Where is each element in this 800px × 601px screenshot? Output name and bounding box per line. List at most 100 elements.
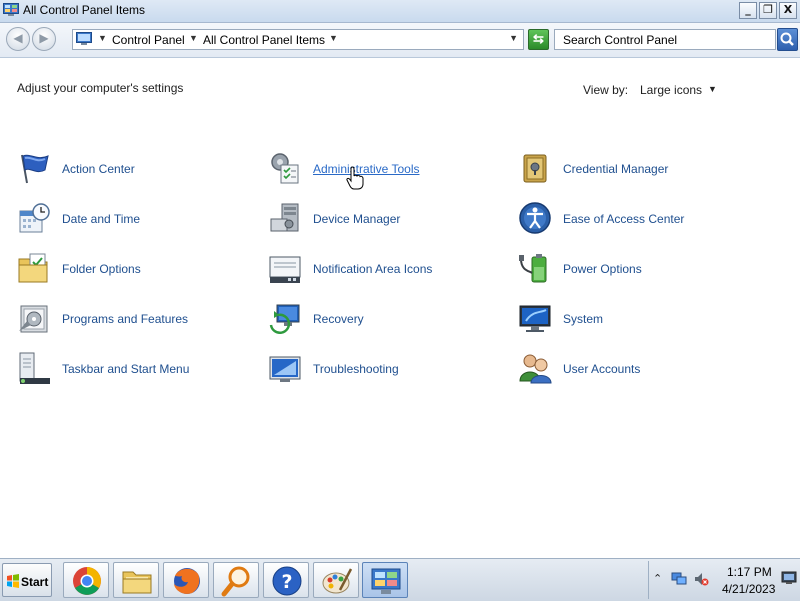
admin-tools-icon [271,153,299,184]
firefox-icon [174,568,200,594]
breadcrumb-arrow-icon[interactable]: ▼ [98,33,107,43]
troubleshooting-icon [269,356,301,382]
back-arrow-icon: ◀ [13,31,23,45]
search-button[interactable] [777,28,798,51]
item-label[interactable]: Credential Manager [563,162,668,176]
item-credential-manager[interactable]: Credential Manager [518,151,758,187]
taskbar-icon [19,352,50,384]
item-date-and-time[interactable]: Date and Time [17,201,257,237]
item-device-manager[interactable]: Device Manager [268,201,508,237]
chevron-down-icon[interactable]: ▼ [708,84,717,94]
item-system[interactable]: System [518,301,758,337]
help-icon: ? [272,566,302,596]
hand-cursor-icon [346,166,364,190]
file-explorer-icon [122,571,152,594]
breadcrumb-control-panel[interactable]: Control Panel [112,33,185,47]
clock-time[interactable]: 1:17 PM [727,565,772,579]
computer-monitor-icon [519,305,551,332]
taskbar-chrome[interactable] [63,562,109,598]
window-title: All Control Panel Items [23,3,146,17]
back-button[interactable]: ◀ [6,27,30,51]
item-label[interactable]: Ease of Access Center [563,212,684,226]
users-icon [519,354,552,384]
refresh-button[interactable]: ⇆ [528,29,549,50]
item-label[interactable]: Power Options [563,262,642,276]
start-label: Start [21,575,49,589]
view-by-label: View by: [583,83,629,97]
battery-plug-icon [519,254,547,283]
close-button[interactable]: X [779,2,797,19]
breadcrumb-arrow-icon[interactable]: ▼ [329,33,338,43]
item-folder-options[interactable]: Folder Options [17,251,257,287]
control-panel-icon [371,568,401,594]
item-notification-area-icons[interactable]: Notification Area Icons [268,251,508,287]
maximize-button[interactable]: ❐ [759,2,777,19]
item-label[interactable]: Programs and Features [62,312,188,326]
taskbar-help[interactable]: ? [263,562,309,598]
refresh-icon: ⇆ [533,31,544,46]
view-by-dropdown[interactable]: Large icons [640,83,702,97]
search-magnifier-icon [221,566,250,597]
item-label[interactable]: Notification Area Icons [313,262,432,276]
taskbar-paint[interactable] [313,562,359,598]
search-icon [780,32,794,46]
show-hidden-icons-button[interactable]: ⌃ [653,572,662,585]
item-programs-and-features[interactable]: Programs and Features [17,301,257,337]
address-bar[interactable]: ▼ Control Panel ▼ All Control Panel Item… [72,29,524,50]
item-recovery[interactable]: Recovery [268,301,508,337]
calendar-clock-icon [19,203,50,233]
item-administrative-tools[interactable]: Administrative Tools [268,151,508,187]
taskbar-file-explorer[interactable] [113,562,159,598]
page-heading: Adjust your computer's settings [17,81,184,95]
breadcrumb-arrow-icon[interactable]: ▼ [189,33,198,43]
paint-icon [322,568,353,594]
notification-area-icon [269,256,301,283]
item-troubleshooting[interactable]: Troubleshooting [268,351,508,387]
windows-logo-icon [7,574,19,588]
item-label[interactable]: System [563,312,603,326]
minimize-button[interactable]: _ [739,2,757,19]
item-label[interactable]: Folder Options [62,262,141,276]
control-panel-window-icon [3,3,19,16]
volume-muted-icon[interactable] [693,571,709,587]
item-label[interactable]: Date and Time [62,212,140,226]
control-panel-icon [76,32,92,45]
taskbar: Start ? ⌃ 1:17 PM 4/21/2023 [0,558,800,601]
action-center-flag-icon[interactable] [781,571,797,585]
svg-text:?: ? [281,571,292,593]
navigation-bar: ◀ ▶ ▼ Control Panel ▼ All Control Panel … [0,23,800,58]
item-user-accounts[interactable]: User Accounts [518,351,758,387]
device-manager-icon [270,203,299,232]
item-label[interactable]: Recovery [313,312,364,326]
flag-icon [21,154,49,184]
ease-of-access-icon [519,202,551,234]
forward-arrow-icon: ▶ [39,31,49,45]
chrome-icon [73,567,101,595]
item-power-options[interactable]: Power Options [518,251,758,287]
taskbar-search[interactable] [213,562,259,598]
item-action-center[interactable]: Action Center [17,151,257,187]
network-icon[interactable] [671,571,687,587]
search-input[interactable]: Search Control Panel [554,29,776,50]
item-label[interactable]: Taskbar and Start Menu [62,362,189,376]
item-label[interactable]: Troubleshooting [313,362,399,376]
start-button[interactable]: Start [2,563,52,597]
forward-button[interactable]: ▶ [32,27,56,51]
system-tray: ⌃ 1:17 PM 4/21/2023 [648,561,800,599]
taskbar-firefox[interactable] [163,562,209,598]
item-ease-of-access-center[interactable]: Ease of Access Center [518,201,758,237]
clock-date[interactable]: 4/21/2023 [722,582,775,596]
item-label[interactable]: Action Center [62,162,135,176]
item-taskbar-and-start-menu[interactable]: Taskbar and Start Menu [17,351,257,387]
address-history-dropdown-icon[interactable]: ▼ [509,33,518,43]
item-label[interactable]: User Accounts [563,362,640,376]
folder-options-icon [18,253,48,283]
item-label[interactable]: Device Manager [313,212,400,226]
item-label[interactable]: Administrative Tools [313,162,420,176]
vault-icon [523,154,547,183]
taskbar-control-panel[interactable] [362,562,408,598]
title-bar: All Control Panel Items _ ❐ X [0,0,800,23]
recovery-icon [269,304,300,334]
breadcrumb-all-items[interactable]: All Control Panel Items [203,33,325,47]
programs-icon [19,305,48,333]
